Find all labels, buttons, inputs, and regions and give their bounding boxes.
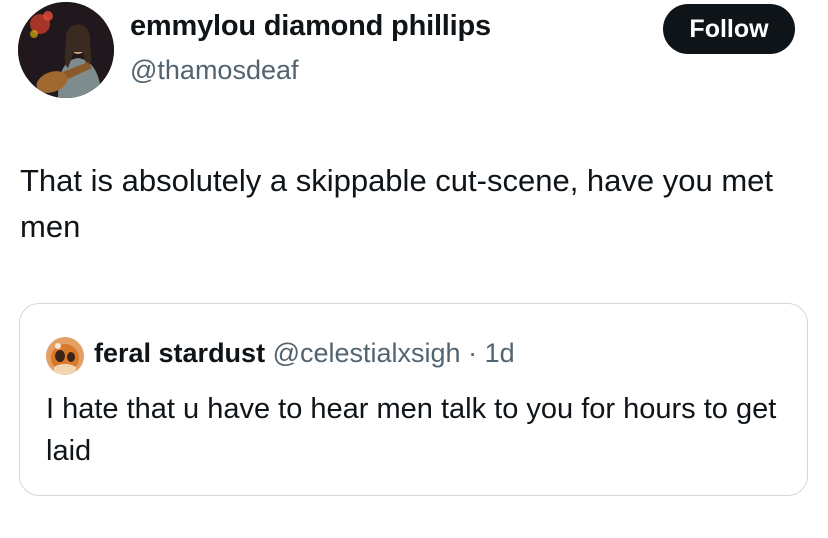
author-avatar[interactable] [18, 2, 114, 98]
follow-button[interactable]: Follow [663, 4, 795, 54]
author-display-name[interactable]: emmylou diamond phillips [130, 10, 491, 43]
quoted-author-avatar-image [46, 337, 84, 375]
quoted-tweet-timestamp[interactable]: 1d [485, 338, 515, 368]
quoted-tweet-header: feral stardust @celestialxsigh · 1d [94, 338, 515, 369]
quoted-author-display-name[interactable]: feral stardust [94, 338, 265, 368]
quoted-author-handle[interactable]: @celestialxsigh [273, 338, 461, 368]
quoted-tweet-separator: · [468, 338, 478, 368]
author-handle[interactable]: @thamosdeaf [130, 55, 299, 86]
quoted-tweet-card[interactable]: feral stardust @celestialxsigh · 1d I ha… [19, 303, 808, 496]
quoted-author-avatar[interactable] [46, 337, 84, 375]
tweet-text: That is absolutely a skippable cut-scene… [20, 163, 774, 244]
quoted-tweet-text: I hate that u have to hear men talk to y… [46, 393, 777, 467]
author-avatar-image [18, 2, 114, 98]
